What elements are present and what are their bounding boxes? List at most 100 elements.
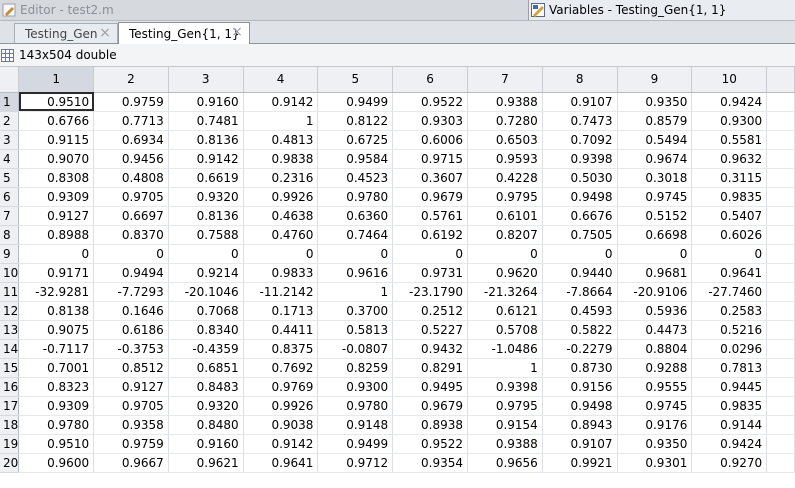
- table-cell[interactable]: 0.8804: [617, 339, 693, 359]
- table-cell[interactable]: 0.9745: [617, 396, 693, 416]
- table-cell[interactable]: 0.9300: [317, 377, 394, 397]
- table-cell[interactable]: 0: [542, 244, 618, 264]
- table-cell[interactable]: 0.6192: [392, 225, 468, 245]
- table-cell[interactable]: 0.9398: [542, 149, 618, 169]
- column-header-6[interactable]: 6: [392, 67, 468, 93]
- table-cell[interactable]: 0.9156: [542, 377, 618, 397]
- table-cell[interactable]: 0.9510: [18, 434, 95, 454]
- table-cell[interactable]: 0.9309: [18, 187, 95, 207]
- table-cell[interactable]: 0.6101: [467, 206, 543, 226]
- table-cell[interactable]: 0.9795: [467, 187, 543, 207]
- table-cell[interactable]: 0.9309: [18, 396, 95, 416]
- table-cell[interactable]: 0.9142: [168, 149, 244, 169]
- table-cell[interactable]: 0.9679: [392, 187, 468, 207]
- table-cell[interactable]: 0.7481: [168, 111, 244, 131]
- table-cell[interactable]: 0.4638: [243, 206, 319, 226]
- table-cell[interactable]: 0.9620: [467, 263, 543, 283]
- table-cell[interactable]: 0.4813: [243, 130, 319, 150]
- row-header[interactable]: 1: [0, 92, 20, 112]
- table-cell[interactable]: -27.7460: [691, 282, 768, 302]
- table-cell[interactable]: 0.6360: [317, 206, 394, 226]
- table-cell[interactable]: 0.9593: [467, 149, 543, 169]
- table-cell[interactable]: -20.9106: [617, 282, 693, 302]
- table-cell[interactable]: 0.8259: [317, 358, 394, 378]
- table-cell[interactable]: 0.9499: [317, 92, 394, 112]
- table-cell[interactable]: 0: [691, 244, 768, 264]
- table-cell[interactable]: 0.9632: [691, 149, 768, 169]
- table-cell[interactable]: 0.9142: [243, 434, 319, 454]
- table-cell[interactable]: 0.9320: [168, 187, 244, 207]
- table-cell[interactable]: -32.9281: [18, 282, 95, 302]
- table-cell[interactable]: 0: [617, 244, 693, 264]
- table-cell[interactable]: 0.8136: [168, 206, 244, 226]
- row-header[interactable]: 19: [0, 434, 20, 454]
- table-cell[interactable]: 0.5494: [617, 130, 693, 150]
- tab-testing-gen-1-1[interactable]: Testing_Gen{1, 1} ×: [118, 22, 250, 44]
- table-cell[interactable]: 0.9780: [317, 187, 394, 207]
- table-cell[interactable]: 0.9712: [317, 453, 394, 473]
- table-cell[interactable]: 0.7813: [691, 358, 768, 378]
- table-cell[interactable]: 0.9424: [691, 92, 768, 112]
- table-cell[interactable]: 0.6619: [168, 168, 244, 188]
- table-cell[interactable]: 0.7588: [168, 225, 244, 245]
- table-cell[interactable]: 0.9350: [617, 92, 693, 112]
- table-cell[interactable]: 0.8207: [467, 225, 543, 245]
- table-cell-overflow[interactable]: [766, 339, 795, 359]
- table-cell[interactable]: 0.5813: [317, 320, 394, 340]
- table-cell[interactable]: 0.9616: [317, 263, 394, 283]
- table-cell-overflow[interactable]: [766, 130, 795, 150]
- column-header-3[interactable]: 3: [168, 67, 244, 93]
- table-cell-overflow[interactable]: [766, 225, 795, 245]
- table-cell[interactable]: 0.8308: [18, 168, 95, 188]
- table-cell[interactable]: 0.4473: [617, 320, 693, 340]
- table-cell[interactable]: 0.9926: [243, 396, 319, 416]
- column-header-8[interactable]: 8: [542, 67, 618, 93]
- table-cell-overflow[interactable]: [766, 282, 795, 302]
- column-header-9[interactable]: 9: [617, 67, 693, 93]
- variable-table[interactable]: 1 2 3 4 5 6 7 8 9 10 1 0.9510 0.9759 0.9160 0.9142 0.9…: [0, 67, 795, 488]
- table-cell[interactable]: 0.9674: [617, 149, 693, 169]
- table-cell[interactable]: 0.9288: [617, 358, 693, 378]
- table-cell[interactable]: 0.8483: [168, 377, 244, 397]
- tab-close-icon[interactable]: ×: [231, 25, 243, 39]
- table-cell[interactable]: 0.9510: [18, 92, 95, 112]
- table-cell[interactable]: 0.7473: [542, 111, 618, 131]
- table-cell[interactable]: 0.6725: [317, 130, 394, 150]
- table-cell[interactable]: 0.7505: [542, 225, 618, 245]
- row-header[interactable]: 11: [0, 282, 20, 302]
- table-cell[interactable]: 0.8579: [617, 111, 693, 131]
- table-cell[interactable]: 0.5152: [617, 206, 693, 226]
- table-cell[interactable]: 0.4593: [542, 301, 618, 321]
- table-cell[interactable]: 0.9656: [467, 453, 543, 473]
- table-cell[interactable]: 0.9115: [18, 130, 95, 150]
- table-cell[interactable]: 0.8943: [542, 415, 618, 435]
- table-cell[interactable]: 0.9522: [392, 434, 468, 454]
- table-cell[interactable]: 0.9303: [392, 111, 468, 131]
- table-cell[interactable]: -7.8664: [542, 282, 618, 302]
- table-cell[interactable]: 0.5708: [467, 320, 543, 340]
- row-header[interactable]: 4: [0, 149, 20, 169]
- table-cell[interactable]: 0.9838: [243, 149, 319, 169]
- table-cell[interactable]: 0.9833: [243, 263, 319, 283]
- table-cell[interactable]: 0.5581: [691, 130, 768, 150]
- table-cell[interactable]: -1.0486: [467, 339, 543, 359]
- table-cell[interactable]: 0.1646: [93, 301, 169, 321]
- table-cell[interactable]: 0.8323: [18, 377, 95, 397]
- table-cell[interactable]: 0.9498: [542, 187, 618, 207]
- table-cell[interactable]: 0: [392, 244, 468, 264]
- table-cell[interactable]: 0.9745: [617, 187, 693, 207]
- table-cell[interactable]: 0: [317, 244, 394, 264]
- row-header[interactable]: 3: [0, 130, 20, 150]
- table-cell[interactable]: 0: [467, 244, 543, 264]
- table-cell-overflow[interactable]: [766, 320, 795, 340]
- table-cell[interactable]: -0.3753: [93, 339, 169, 359]
- table-cell[interactable]: 0: [168, 244, 244, 264]
- table-cell-overflow[interactable]: [766, 244, 795, 264]
- table-cell[interactable]: 0.9835: [691, 396, 768, 416]
- table-cell[interactable]: 0: [93, 244, 169, 264]
- table-cell[interactable]: 0.9921: [542, 453, 618, 473]
- table-cell[interactable]: 0.5227: [392, 320, 468, 340]
- table-cell[interactable]: 0.9440: [542, 263, 618, 283]
- table-cell[interactable]: 0.8512: [93, 358, 169, 378]
- table-cell[interactable]: 0.9270: [691, 453, 768, 473]
